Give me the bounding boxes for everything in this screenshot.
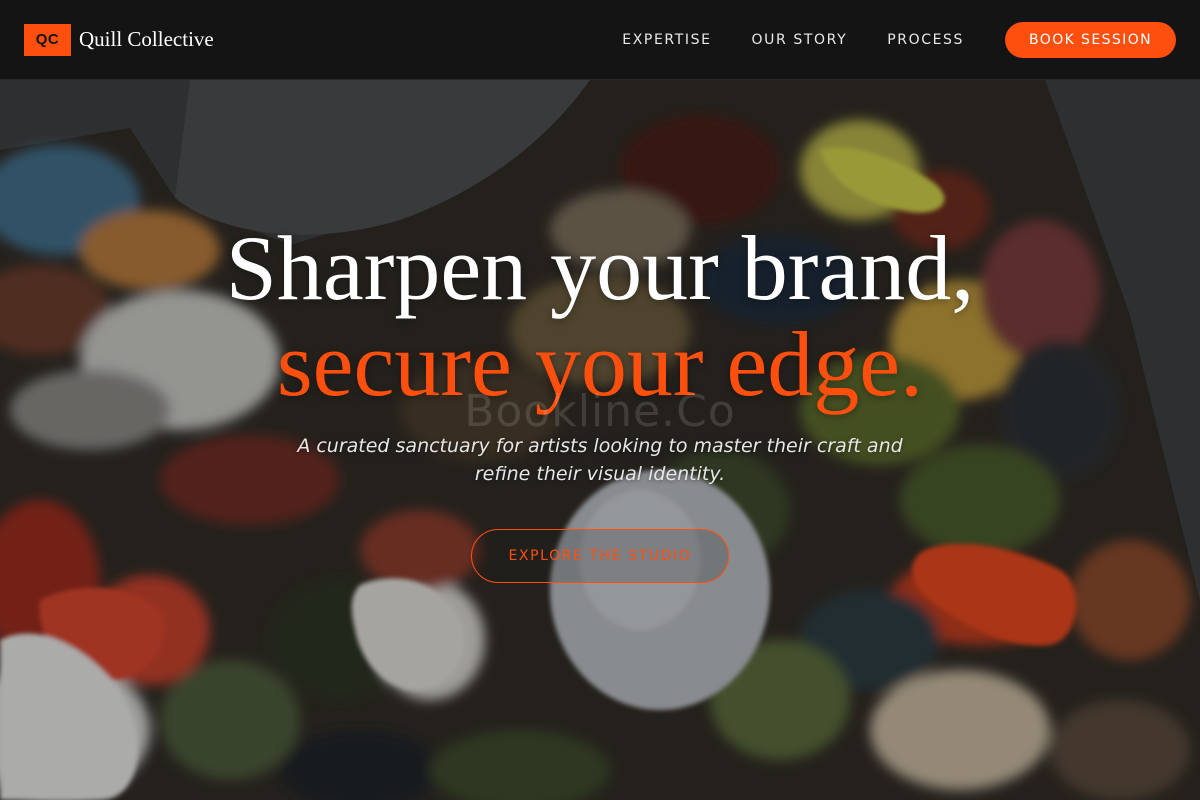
nav-link-process[interactable]: PROCESS bbox=[887, 32, 964, 48]
headline-line-1: Sharpen your brand, bbox=[225, 217, 975, 319]
nav-link-expertise[interactable]: EXPERTISE bbox=[622, 32, 711, 48]
book-session-button[interactable]: BOOK SESSION bbox=[1005, 21, 1176, 58]
site-header: QC Quill Collective EXPERTISE OUR STORY … bbox=[0, 0, 1200, 80]
logo-mark: QC bbox=[24, 23, 71, 56]
watermark-text: Bookline.Co bbox=[464, 386, 736, 437]
nav-link-our-story[interactable]: OUR STORY bbox=[752, 32, 848, 48]
hero-section: Sharpen your brand, secure your edge. Bo… bbox=[0, 80, 1200, 800]
brand-name: Quill Collective bbox=[79, 27, 214, 51]
main-nav: EXPERTISE OUR STORY PROCESS bbox=[622, 32, 964, 48]
hero-headline: Sharpen your brand, secure your edge. bbox=[0, 220, 1200, 412]
hero-content: Sharpen your brand, secure your edge. Bo… bbox=[0, 80, 1200, 800]
hero-subtitle: A curated sanctuary for artists looking … bbox=[297, 435, 903, 485]
explore-studio-button[interactable]: EXPLORE THE STUDIO bbox=[471, 529, 729, 583]
brand-link[interactable]: QC Quill Collective bbox=[24, 23, 214, 56]
